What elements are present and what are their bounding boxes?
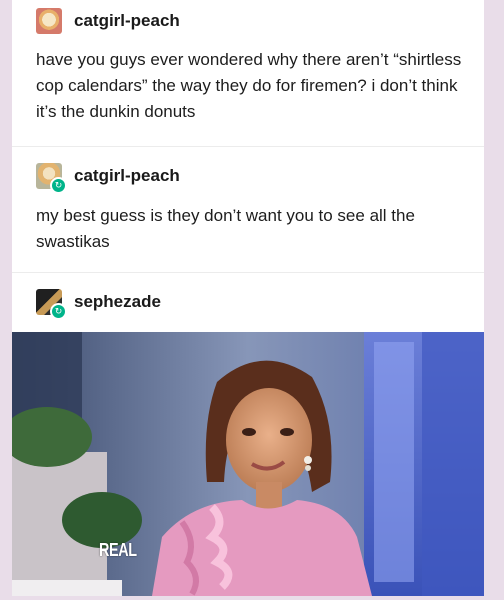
post-header: ↻ sephezade [36,289,161,320]
post-header: ↻ catgirl-peach [36,163,180,194]
reblog-icon: ↻ [50,303,67,320]
username[interactable]: catgirl-peach [74,11,180,31]
reblog-icon: ↻ [50,177,67,194]
avatar[interactable]: ↻ [36,163,67,194]
post-original: catgirl-peach have you guys ever wondere… [12,0,484,144]
avatar[interactable]: ↻ [36,289,67,320]
username[interactable]: catgirl-peach [74,166,180,186]
post-reblog-1: ↻ catgirl-peach my best guess is they do… [12,146,484,271]
real-watermark: REAL [99,540,137,560]
reaction-image-drawing [12,332,484,596]
avatar[interactable] [36,8,62,34]
post-body-text: have you guys ever wondered why there ar… [36,50,462,121]
post-body-text: my best guess is they don’t want you to … [36,206,415,251]
post-header: catgirl-peach [36,8,180,34]
post-reblog-2: ↻ sephezade [12,272,484,333]
username[interactable]: sephezade [74,292,161,312]
reaction-image[interactable]: REAL [12,332,484,596]
